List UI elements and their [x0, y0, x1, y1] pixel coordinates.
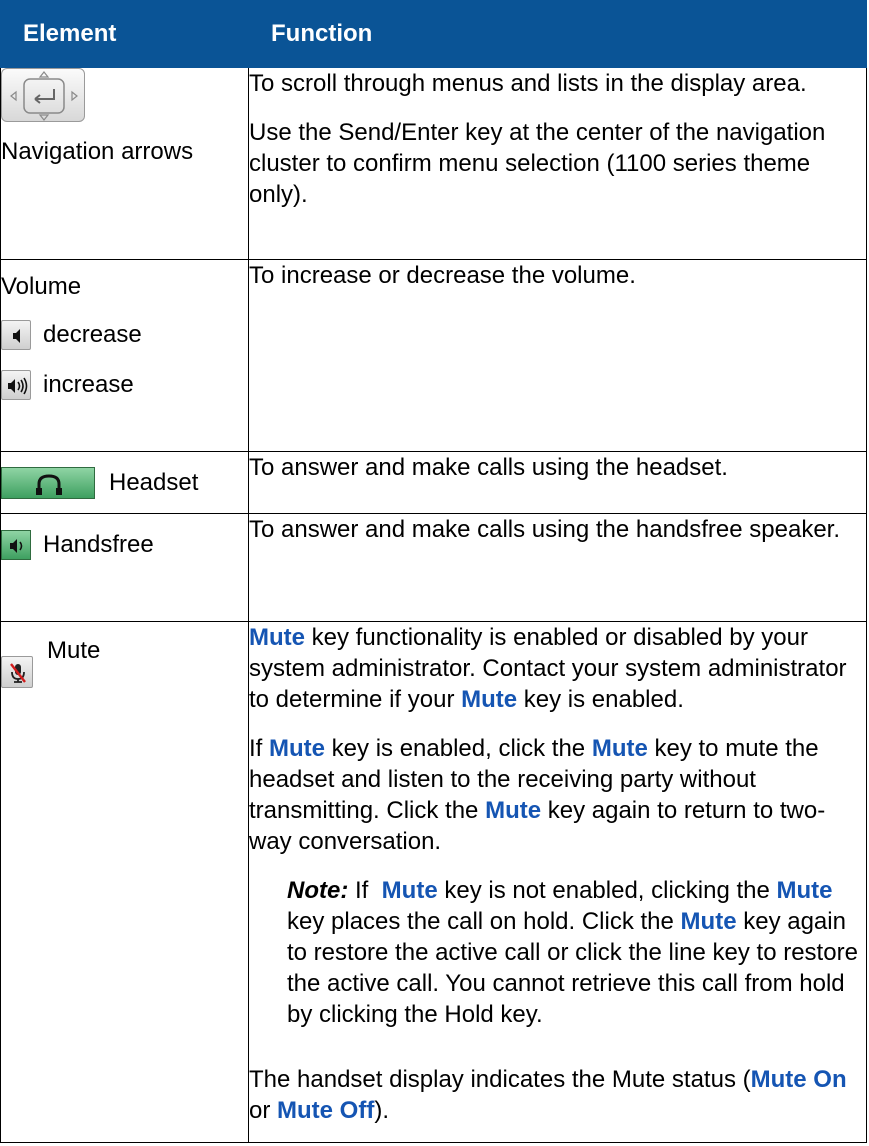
volume-label: Volume: [1, 273, 82, 300]
mute-item: Mute: [1, 636, 248, 688]
volume-increase-label: increase: [43, 371, 134, 398]
navigation-text-2: Use the Send/Enter key at the center of …: [249, 119, 826, 208]
headset-item: Headset: [1, 464, 248, 502]
mute-note: Note: If Mute key is not enabled, clicki…: [287, 875, 866, 1030]
volume-text: To increase or decrease the volume.: [249, 262, 636, 289]
function-cell-headset: To answer and make calls using the heads…: [248, 451, 867, 514]
table-header-row: Element Function: [0, 0, 867, 68]
element-cell-headset: Headset: [0, 451, 249, 514]
function-cell-navigation: To scroll through menus and lists in the…: [248, 67, 867, 260]
function-cell-mute: Mute key functionality is enabled or dis…: [248, 621, 867, 1143]
volume-increase-item: increase: [1, 360, 248, 410]
mute-text-3a: The handset display indicates the Mute s…: [249, 1066, 751, 1093]
mute-text-3: The handset display indicates the Mute s…: [249, 1064, 866, 1126]
element-cell-handsfree: Handsfree: [0, 513, 249, 622]
mute-on-label: Mute On: [750, 1066, 847, 1093]
mute-text-3end: ).: [374, 1097, 389, 1124]
handsfree-item: Handsfree: [1, 526, 248, 564]
mute-icon: [1, 656, 33, 688]
mute-keyword: Mute: [381, 877, 438, 904]
header-element: Element: [0, 0, 249, 68]
mute-text-1: Mute key functionality is enabled or dis…: [249, 622, 866, 715]
table-row: Navigation arrows To scroll through menu…: [0, 67, 867, 260]
note-text-c: key places the call on hold. Click the: [287, 908, 681, 935]
note-label: Note:: [287, 877, 349, 904]
volume-decrease-label: decrease: [43, 321, 142, 348]
header-function: Function: [248, 0, 867, 68]
mute-text-2: If Mute key is enabled, click the Mute k…: [249, 733, 866, 857]
mute-keyword: Mute: [269, 735, 326, 762]
function-cell-handsfree: To answer and make calls using the hands…: [248, 513, 867, 622]
mute-keyword: Mute: [249, 624, 305, 651]
mute-label: Mute: [47, 637, 101, 664]
headset-label: Headset: [109, 469, 199, 496]
element-cell-mute: Mute: [0, 621, 249, 1143]
volume-decrease-icon: [1, 320, 31, 350]
headset-icon: [1, 467, 95, 499]
mute-off-label: Mute Off: [277, 1097, 375, 1124]
table-row: Handsfree To answer and make calls using…: [0, 513, 867, 622]
volume-increase-icon: [1, 370, 31, 400]
handsfree-label: Handsfree: [43, 531, 154, 558]
mute-text-3or: or: [249, 1097, 278, 1124]
navigation-text-1: To scroll through menus and lists in the…: [249, 70, 807, 97]
mute-text-2b: key is enabled, click the: [325, 735, 592, 762]
mute-keyword: Mute: [485, 797, 542, 824]
table-row: Headset To answer and make calls using t…: [0, 451, 867, 514]
handsfree-icon: [1, 530, 31, 560]
note-text-a: If: [348, 877, 382, 904]
note-text-b: key is not enabled, clicking the: [437, 877, 777, 904]
function-cell-volume: To increase or decrease the volume.: [248, 259, 867, 452]
table-row: Volume decrease increase To increase or …: [0, 259, 867, 452]
mute-keyword: Mute: [776, 877, 833, 904]
table-row: Mute Mute key functionality is enabled o…: [0, 621, 867, 1143]
handsfree-text: To answer and make calls using the hands…: [249, 516, 841, 543]
volume-decrease-item: decrease: [1, 310, 248, 360]
mute-keyword: Mute: [461, 686, 518, 713]
navigation-arrows-label: Navigation arrows: [1, 138, 194, 165]
element-cell-volume: Volume decrease increase: [0, 259, 249, 452]
mute-text-1b: key is enabled.: [517, 686, 684, 713]
mute-keyword: Mute: [680, 908, 737, 935]
mute-text-2a: If: [249, 735, 270, 762]
headset-text: To answer and make calls using the heads…: [249, 454, 728, 481]
navigation-arrows-icon: [1, 68, 85, 122]
element-cell-navigation: Navigation arrows: [0, 67, 249, 260]
mute-keyword: Mute: [591, 735, 648, 762]
function-table: Element Function Navigation arrows To sc…: [0, 0, 867, 1143]
